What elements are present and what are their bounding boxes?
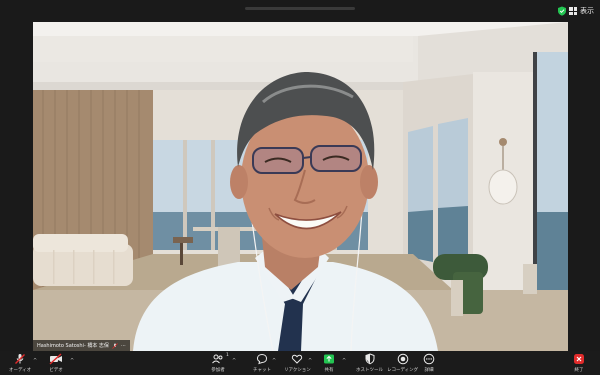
grid-icon	[569, 7, 577, 15]
participant-name-tag: Hashimoto Satoshi- 橋本 志保 ···	[33, 340, 130, 351]
chat-label: チャット	[253, 368, 271, 373]
shield-icon[interactable]	[557, 6, 567, 16]
video-label: ビデオ	[49, 368, 63, 373]
more-button[interactable]: 詳細	[423, 353, 435, 373]
participant-video-frame	[33, 22, 568, 351]
share-options-caret[interactable]: ^	[342, 358, 346, 364]
participant-name: Hashimoto Satoshi- 橋本 志保	[37, 343, 109, 349]
audio-button[interactable]: オーディオ	[9, 353, 31, 373]
heart-icon	[292, 354, 303, 364]
chat-options-caret[interactable]: ^	[272, 358, 276, 364]
shield-icon	[365, 353, 374, 365]
end-label: 終了	[574, 368, 584, 373]
participants-icon	[212, 354, 223, 364]
reactions-options-caret[interactable]: ^	[308, 358, 312, 364]
share-button[interactable]: 共有	[323, 353, 335, 373]
video-off-icon	[49, 353, 62, 365]
more-icon	[423, 353, 435, 365]
reactions-button[interactable]: リアクション	[284, 353, 311, 373]
chat-icon	[256, 353, 267, 365]
reactions-label: リアクション	[284, 368, 311, 373]
window-top-bar: 表示	[0, 0, 600, 22]
mic-muted-small-icon	[112, 342, 118, 349]
audio-label: オーディオ	[9, 368, 32, 373]
record-button[interactable]: レコーディング	[387, 353, 418, 373]
camera-notch	[245, 7, 355, 10]
share-label: 共有	[324, 368, 334, 373]
host-tools-label: ホストツール	[356, 368, 383, 373]
record-label: レコーディング	[387, 368, 419, 373]
participants-label: 参加者	[211, 368, 225, 373]
more-dots-icon[interactable]: ···	[121, 343, 126, 349]
participants-button[interactable]: 参加者	[211, 353, 225, 373]
audio-options-caret[interactable]: ^	[33, 358, 37, 364]
video-feed	[33, 22, 568, 351]
view-button[interactable]: 表示	[569, 5, 594, 17]
participants-options-caret[interactable]: ^	[232, 358, 236, 364]
video-options-caret[interactable]: ^	[70, 358, 74, 364]
host-tools-button[interactable]: ホストツール	[356, 353, 383, 373]
meeting-toolbar: オーディオ ^ ビデオ ^ 参加者 1 ^ チャット ^ リアクション ^ 共有…	[0, 351, 600, 375]
end-button[interactable]: 終了	[573, 353, 585, 373]
more-label: 詳細	[424, 368, 434, 373]
view-label: 表示	[580, 7, 594, 15]
close-icon	[574, 354, 584, 364]
participants-count: 1	[226, 353, 229, 358]
chat-button[interactable]: チャット	[253, 353, 271, 373]
share-screen-icon	[324, 354, 334, 364]
video-button[interactable]: ビデオ	[49, 353, 63, 373]
mic-muted-icon	[15, 354, 26, 364]
record-icon	[397, 353, 408, 365]
